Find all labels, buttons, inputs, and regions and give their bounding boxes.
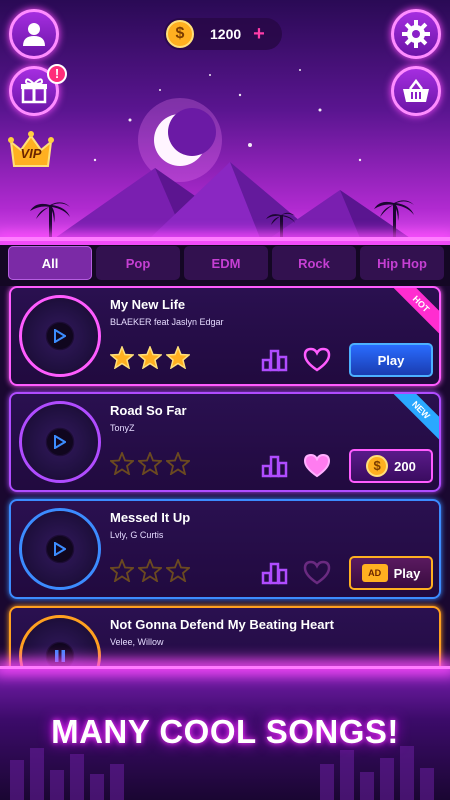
song-card[interactable]: My New Life BLAEKER feat Jaslyn Edgar Pl…	[9, 286, 441, 386]
star-icon	[138, 452, 162, 475]
star-icon	[166, 559, 190, 582]
star-rating	[110, 346, 190, 369]
horizon-glow	[0, 237, 450, 241]
tab-pop[interactable]: Pop	[96, 246, 180, 280]
play-button-label: Play	[393, 565, 421, 581]
song-title: Messed It Up	[110, 510, 191, 525]
genre-tabs: All Pop EDM Rock Hip Hop	[8, 246, 450, 280]
star-rating	[110, 559, 190, 582]
ad-video-icon: AD	[361, 564, 388, 582]
star-rating	[110, 452, 190, 475]
play-icon	[54, 329, 66, 343]
leaderboard-icon[interactable]	[261, 348, 289, 372]
song-artist: Lvly, G Curtis	[110, 530, 164, 540]
song-disc[interactable]	[19, 508, 101, 590]
star-icon	[138, 346, 162, 369]
vip-label: VIP	[20, 146, 42, 161]
tab-hip-hop[interactable]: Hip Hop	[360, 246, 444, 280]
price-label: 200	[394, 458, 416, 474]
new-ribbon: NEW	[387, 394, 439, 444]
play-button[interactable]: Play	[349, 343, 433, 377]
shop-button[interactable]	[391, 66, 441, 116]
tab-all[interactable]: All	[8, 246, 92, 280]
play-button-label: Play	[377, 352, 405, 368]
settings-button[interactable]	[391, 9, 441, 59]
pause-icon	[55, 650, 65, 662]
play-icon	[54, 542, 66, 556]
song-card[interactable]: Road So Far TonyZ $ 200 NEW	[9, 392, 441, 492]
coin-amount: 1200	[210, 26, 242, 42]
song-disc[interactable]	[19, 295, 101, 377]
star-icon	[166, 346, 190, 369]
leaderboard-icon[interactable]	[261, 454, 289, 478]
song-title: Road So Far	[110, 403, 187, 418]
star-icon	[166, 452, 190, 475]
song-title: Not Gonna Defend My Beating Heart	[110, 617, 334, 632]
song-title: My New Life	[110, 297, 186, 312]
song-list[interactable]: My New Life BLAEKER feat Jaslyn Edgar Pl…	[0, 286, 450, 666]
tab-rock[interactable]: Rock	[272, 246, 356, 280]
star-icon	[110, 452, 134, 475]
buy-song-button[interactable]: $ 200	[349, 449, 433, 483]
basket-icon	[403, 79, 429, 102]
tab-edm[interactable]: EDM	[184, 246, 268, 280]
song-card[interactable]: Not Gonna Defend My Beating Heart Velee,…	[9, 606, 441, 666]
star-icon	[138, 559, 162, 582]
gift-icon	[21, 78, 47, 104]
promo-banner-text: MANY COOL SONGS!	[51, 713, 399, 750]
heart-icon[interactable]	[303, 559, 331, 585]
profile-button[interactable]	[9, 9, 59, 59]
notification-badge: !	[47, 64, 67, 84]
vip-button[interactable]: VIP	[8, 128, 54, 168]
coin-icon: $	[166, 20, 194, 48]
star-icon	[110, 346, 134, 369]
star-icon	[110, 559, 134, 582]
user-icon	[23, 23, 45, 46]
footer-glow-line	[0, 666, 450, 669]
song-disc[interactable]	[19, 615, 101, 666]
gear-icon	[402, 20, 430, 48]
heart-icon[interactable]	[303, 346, 331, 372]
song-card[interactable]: Messed It Up Lvly, G Curtis AD Play	[9, 499, 441, 599]
add-coins-button[interactable]: +	[253, 23, 265, 46]
watch-ad-play-button[interactable]: AD Play	[349, 556, 433, 590]
play-icon	[54, 435, 66, 449]
song-artist: TonyZ	[110, 423, 135, 433]
song-artist: BLAEKER feat Jaslyn Edgar	[110, 317, 224, 327]
coin-balance: $ 1200 +	[164, 18, 282, 50]
coin-icon: $	[366, 455, 389, 477]
heart-icon[interactable]	[303, 452, 331, 478]
leaderboard-icon[interactable]	[261, 561, 289, 585]
song-artist: Velee, Willow	[110, 637, 164, 647]
hot-ribbon: HOT	[387, 288, 439, 338]
song-disc[interactable]	[19, 401, 101, 483]
